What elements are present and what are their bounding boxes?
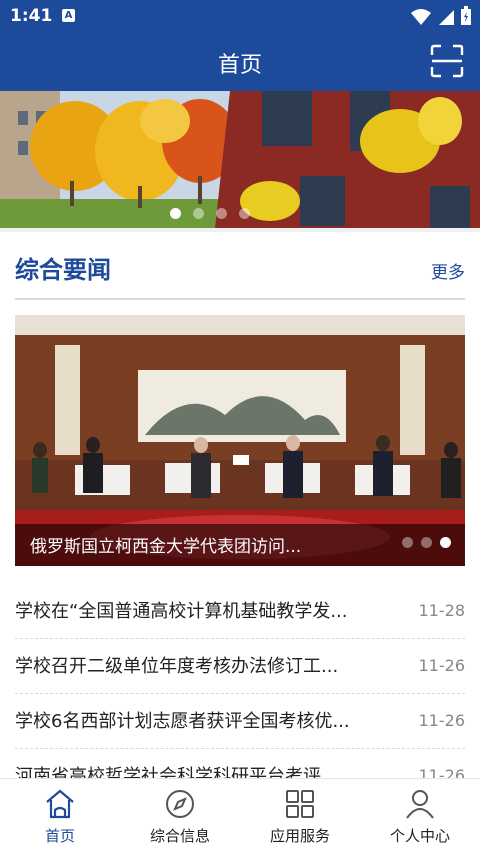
banner-carousel[interactable]	[0, 91, 480, 228]
compass-icon	[166, 790, 194, 818]
page-title: 首页	[217, 53, 262, 78]
tab-services[interactable]: 应用服务	[240, 779, 360, 854]
signal-icon	[438, 10, 454, 25]
news-date: 11-26	[418, 711, 466, 730]
banner-pagination	[170, 204, 262, 223]
person-icon	[406, 790, 434, 819]
news-title: 学校6名西部计划志愿者获评全国考核优...	[15, 711, 350, 732]
tab-label: 综合信息	[149, 827, 210, 845]
section-divider	[0, 228, 480, 232]
list-item[interactable]: 学校在“全国普通高校计算机基础教学发... 11-28	[15, 584, 465, 639]
list-item[interactable]: 学校召开二级单位年度考核办法修订工... 11-26	[15, 639, 465, 694]
news-date: 11-28	[418, 601, 466, 620]
card-dot[interactable]	[402, 537, 413, 548]
status-time: 1:41	[10, 6, 53, 26]
featured-news-card[interactable]: 俄罗斯国立柯西金大学代表团访问...	[15, 315, 465, 566]
news-date: 11-26	[418, 766, 466, 778]
tab-label: 首页	[44, 827, 75, 845]
status-bar: 1:41 A	[0, 0, 480, 33]
tab-label: 应用服务	[269, 827, 330, 845]
banner-dot[interactable]	[193, 208, 204, 219]
section-rule	[15, 298, 465, 300]
scan-icon	[430, 44, 464, 78]
list-item[interactable]: 河南省高校哲学社会科学科研平台考评... 11-26	[15, 749, 465, 778]
wifi-icon	[410, 9, 431, 25]
home-icon	[46, 789, 74, 819]
card-pagination	[394, 533, 451, 552]
banner-dot[interactable]	[239, 208, 250, 219]
app-bar: 首页	[0, 33, 480, 91]
tab-home[interactable]: 首页	[0, 779, 120, 854]
news-title: 学校召开二级单位年度考核办法修订工...	[15, 656, 339, 677]
news-date: 11-26	[418, 656, 466, 675]
news-title: 河南省高校哲学社会科学科研平台考评...	[15, 766, 339, 778]
tab-info[interactable]: 综合信息	[120, 779, 240, 854]
news-title: 学校在“全国普通高校计算机基础教学发...	[15, 601, 348, 622]
scan-button[interactable]	[430, 44, 464, 78]
battery-icon	[461, 6, 471, 25]
section-title: 综合要闻	[15, 256, 111, 284]
banner-dot[interactable]	[216, 208, 227, 219]
news-list: 学校在“全国普通高校计算机基础教学发... 11-28 学校召开二级单位年度考核…	[15, 584, 465, 778]
tab-label: 个人中心	[389, 827, 450, 845]
notification-icon: A	[62, 9, 75, 22]
status-icons	[410, 6, 472, 30]
tab-profile[interactable]: 个人中心	[360, 779, 480, 854]
bottom-tab-bar: 首页 综合信息 应用服务 个人中心	[0, 778, 480, 854]
list-item[interactable]: 学校6名西部计划志愿者获评全国考核优... 11-26	[15, 694, 465, 749]
featured-news-caption: 俄罗斯国立柯西金大学代表团访问...	[30, 537, 302, 557]
card-dot[interactable]	[440, 537, 451, 548]
card-dot[interactable]	[421, 537, 432, 548]
grid-icon	[286, 790, 314, 818]
more-link[interactable]: 更多	[431, 258, 465, 283]
banner-dot[interactable]	[170, 208, 181, 219]
